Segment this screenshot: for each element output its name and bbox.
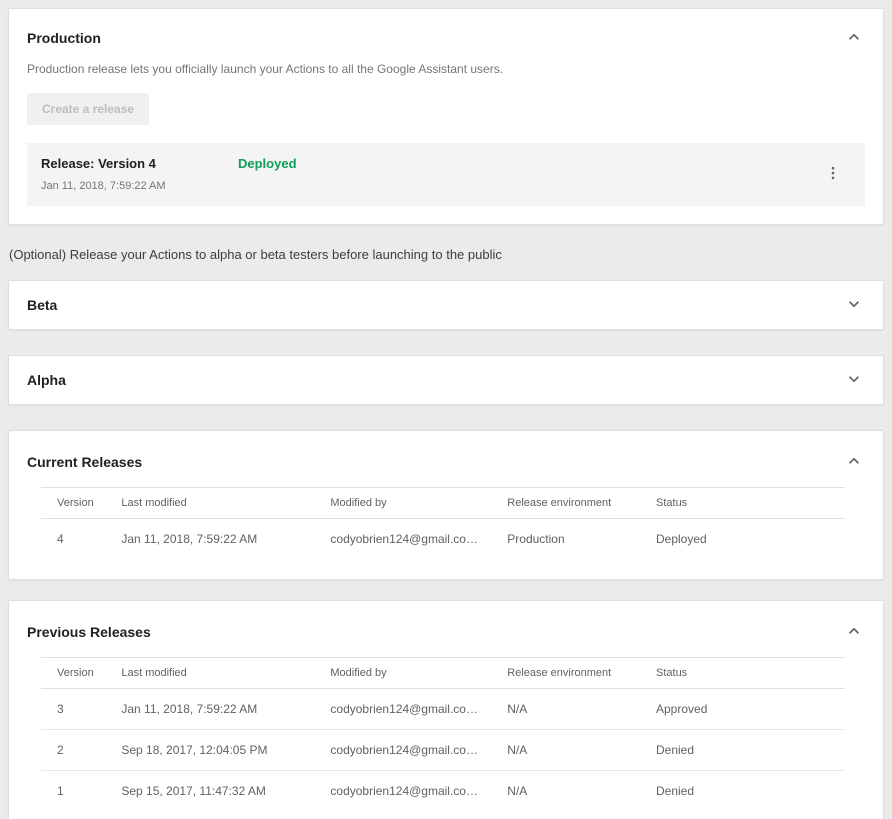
current-releases-collapse-button[interactable]: [843, 451, 865, 473]
cell-last-modified: Sep 18, 2017, 12:04:05 PM: [113, 730, 322, 771]
table-row: 1 Sep 15, 2017, 11:47:32 AM codyobrien12…: [41, 771, 845, 812]
release-page: Production Production release lets you o…: [0, 0, 892, 819]
create-release-button[interactable]: Create a release: [27, 93, 149, 125]
column-header-modified-by: Modified by: [322, 488, 499, 519]
current-releases-panel: Current Releases Version Last modified M…: [8, 430, 884, 580]
previous-releases-collapse-button[interactable]: [843, 621, 865, 643]
production-description: Production release lets you officially l…: [27, 62, 865, 76]
column-header-release-environment: Release environment: [499, 488, 648, 519]
cell-modified-by: codyobrien124@gmail.co…: [322, 730, 499, 771]
chevron-down-icon: [844, 369, 864, 392]
previous-releases-panel: Previous Releases Version Last modified …: [8, 600, 884, 819]
column-header-version: Version: [41, 488, 113, 519]
previous-releases-header[interactable]: Previous Releases: [27, 621, 865, 643]
chevron-up-icon: [844, 27, 864, 50]
column-header-last-modified: Last modified: [113, 488, 322, 519]
release-date: Jan 11, 2018, 7:59:22 AM: [41, 180, 821, 192]
release-more-options-button[interactable]: [821, 162, 845, 186]
chevron-down-icon: [844, 294, 864, 317]
cell-status: Denied: [648, 730, 845, 771]
table-row: 2 Sep 18, 2017, 12:04:05 PM codyobrien12…: [41, 730, 845, 771]
table-header-row: Version Last modified Modified by Releas…: [41, 488, 845, 519]
cell-version: 4: [41, 519, 113, 560]
cell-modified-by: codyobrien124@gmail.co…: [322, 519, 499, 560]
production-panel-header[interactable]: Production: [27, 27, 865, 49]
cell-modified-by: codyobrien124@gmail.co…: [322, 771, 499, 812]
release-info: Release: Version 4 Deployed Jan 11, 2018…: [41, 156, 821, 192]
cell-version: 3: [41, 689, 113, 730]
release-name: Release: Version 4: [41, 156, 238, 171]
cell-release-environment: N/A: [499, 689, 648, 730]
column-header-release-environment: Release environment: [499, 658, 648, 689]
beta-panel[interactable]: Beta: [8, 280, 884, 330]
alpha-expand-button[interactable]: [843, 369, 865, 391]
cell-status: Deployed: [648, 519, 845, 560]
cell-modified-by: codyobrien124@gmail.co…: [322, 689, 499, 730]
current-releases-title: Current Releases: [27, 454, 142, 470]
cell-version: 1: [41, 771, 113, 812]
release-status-badge: Deployed: [238, 156, 297, 171]
cell-version: 2: [41, 730, 113, 771]
cell-last-modified: Jan 11, 2018, 7:59:22 AM: [113, 519, 322, 560]
column-header-last-modified: Last modified: [113, 658, 322, 689]
alpha-panel[interactable]: Alpha: [8, 355, 884, 405]
cell-release-environment: N/A: [499, 771, 648, 812]
cell-last-modified: Sep 15, 2017, 11:47:32 AM: [113, 771, 322, 812]
production-panel-title: Production: [27, 30, 101, 46]
optional-release-note: (Optional) Release your Actions to alpha…: [9, 247, 884, 262]
previous-releases-title: Previous Releases: [27, 624, 151, 640]
more-vert-icon: [824, 164, 842, 185]
column-header-version: Version: [41, 658, 113, 689]
column-header-status: Status: [648, 658, 845, 689]
column-header-status: Status: [648, 488, 845, 519]
table-header-row: Version Last modified Modified by Releas…: [41, 658, 845, 689]
production-release-row: Release: Version 4 Deployed Jan 11, 2018…: [27, 143, 865, 206]
table-row: 3 Jan 11, 2018, 7:59:22 AM codyobrien124…: [41, 689, 845, 730]
cell-last-modified: Jan 11, 2018, 7:59:22 AM: [113, 689, 322, 730]
previous-releases-table: Version Last modified Modified by Releas…: [41, 657, 845, 811]
cell-release-environment: N/A: [499, 730, 648, 771]
production-collapse-button[interactable]: [843, 27, 865, 49]
cell-status: Approved: [648, 689, 845, 730]
column-header-modified-by: Modified by: [322, 658, 499, 689]
current-releases-header[interactable]: Current Releases: [27, 451, 865, 473]
current-releases-table: Version Last modified Modified by Releas…: [41, 487, 845, 559]
table-row: 4 Jan 11, 2018, 7:59:22 AM codyobrien124…: [41, 519, 845, 560]
production-panel: Production Production release lets you o…: [8, 8, 884, 225]
beta-expand-button[interactable]: [843, 294, 865, 316]
cell-status: Denied: [648, 771, 845, 812]
alpha-panel-title: Alpha: [27, 372, 66, 388]
chevron-up-icon: [844, 621, 864, 644]
beta-panel-title: Beta: [27, 297, 57, 313]
chevron-up-icon: [844, 451, 864, 474]
cell-release-environment: Production: [499, 519, 648, 560]
